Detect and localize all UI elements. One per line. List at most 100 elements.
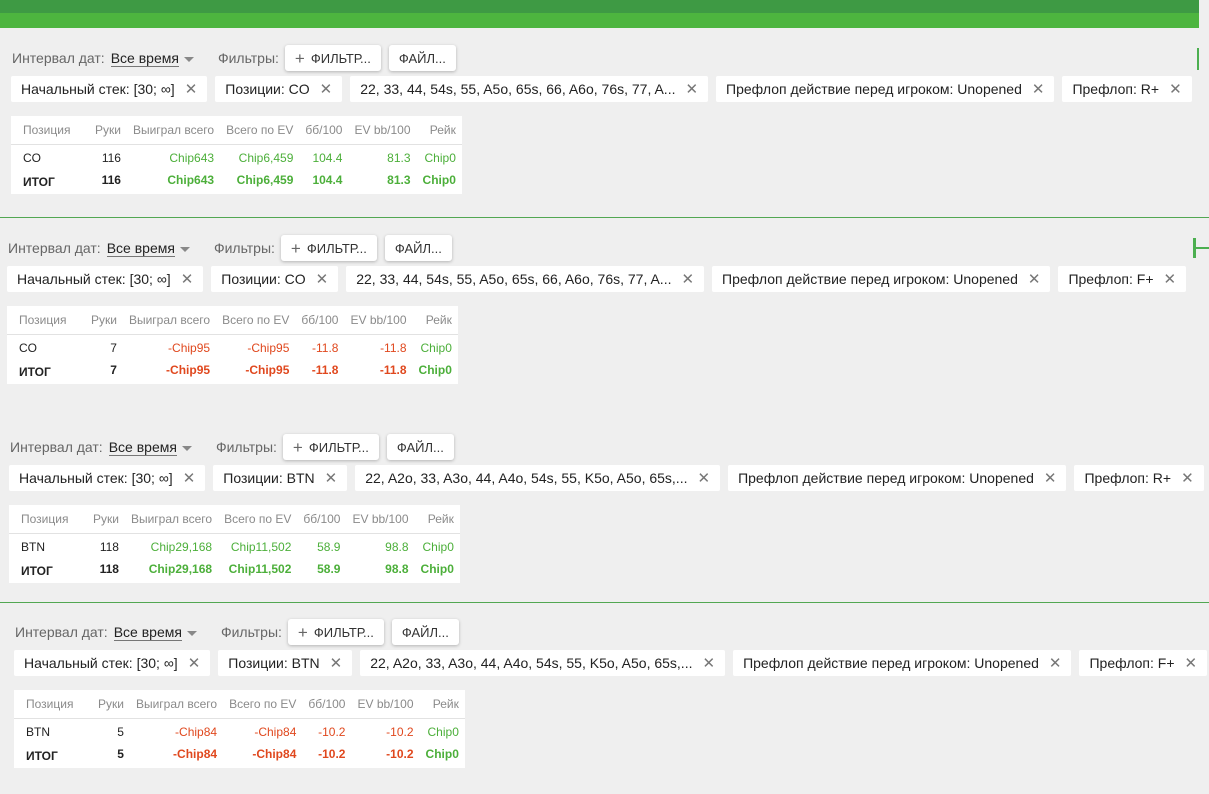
- col-position[interactable]: Позиция: [9, 505, 87, 534]
- filter-chip[interactable]: 22, A2o, 33, A3o, 44, A4o, 54s, 55, K5o,…: [355, 465, 721, 491]
- cell-position: ИТОГ: [23, 175, 55, 189]
- col-ev[interactable]: Всего по EV: [218, 505, 298, 534]
- filter-chip[interactable]: Позиции: CO ✕: [211, 266, 339, 292]
- filter-chip[interactable]: Начальный стек: [30; ∞] ✕: [7, 266, 204, 292]
- filter-chip[interactable]: Префлоп: R+ ✕: [1062, 76, 1192, 102]
- toolbar: Интервал дат: Все время Фильтры: + ФИЛЬТР…: [8, 232, 452, 264]
- file-button[interactable]: ФАЙЛ...: [388, 45, 456, 71]
- add-filter-button[interactable]: + ФИЛЬТР...: [284, 45, 381, 71]
- filter-chip[interactable]: 22, 33, 44, 54s, 55, A5o, 65s, 66, A6o, …: [350, 76, 709, 102]
- chevron-down-icon[interactable]: [181, 445, 192, 451]
- close-icon[interactable]: ✕: [1049, 654, 1062, 672]
- close-icon[interactable]: ✕: [325, 469, 338, 487]
- file-button[interactable]: ФАЙЛ...: [384, 235, 452, 261]
- add-filter-button[interactable]: + ФИЛЬТР...: [282, 434, 379, 460]
- close-icon[interactable]: ✕: [1044, 469, 1057, 487]
- filter-chip[interactable]: Начальный стек: [30; ∞] ✕: [14, 650, 211, 676]
- col-rake[interactable]: Рейк: [419, 690, 465, 719]
- col-position[interactable]: Позиция: [7, 306, 85, 335]
- close-icon[interactable]: ✕: [1169, 80, 1182, 98]
- col-ev[interactable]: Всего по EV: [220, 116, 300, 145]
- col-bb100[interactable]: бб/100: [297, 505, 347, 534]
- close-icon[interactable]: ✕: [188, 654, 201, 672]
- close-icon[interactable]: ✕: [1164, 270, 1177, 288]
- cell-evbb100: -11.8: [379, 363, 407, 377]
- col-won[interactable]: Выиграл всего: [126, 116, 221, 145]
- close-icon[interactable]: ✕: [330, 654, 343, 672]
- close-icon[interactable]: ✕: [1181, 469, 1194, 487]
- table-total-row: ИТОГ 5 -Chip84 -Chip84 -10.2 -10.2 Chip0: [14, 743, 465, 768]
- col-won[interactable]: Выиграл всего: [122, 306, 217, 335]
- filter-chip[interactable]: Позиции: CO ✕: [215, 76, 343, 102]
- add-filter-label: ФИЛЬТР...: [306, 240, 367, 256]
- table-header-row: Позиция Руки Выиграл всего Всего по EV б…: [9, 505, 460, 534]
- period-select[interactable]: Все время: [110, 50, 179, 67]
- col-evbb100[interactable]: EV bb/100: [348, 116, 417, 145]
- col-hands[interactable]: Руки: [92, 690, 130, 719]
- period-select[interactable]: Все время: [106, 240, 175, 257]
- col-position[interactable]: Позиция: [14, 690, 92, 719]
- add-filter-button[interactable]: + ФИЛЬТР...: [280, 235, 377, 261]
- filter-chip[interactable]: Префлоп: F+ ✕: [1058, 266, 1187, 292]
- cell-won: Chip643: [169, 151, 215, 166]
- close-icon[interactable]: ✕: [1028, 270, 1041, 288]
- filter-chip[interactable]: Префлоп: R+ ✕: [1074, 465, 1204, 491]
- close-icon[interactable]: ✕: [316, 270, 329, 288]
- cell-position: ИТОГ: [21, 564, 53, 578]
- col-rake[interactable]: Рейк: [412, 306, 458, 335]
- close-icon[interactable]: ✕: [697, 469, 710, 487]
- col-rake[interactable]: Рейк: [414, 505, 460, 534]
- col-bb100[interactable]: бб/100: [295, 306, 345, 335]
- filter-chip[interactable]: Начальный стек: [30; ∞] ✕: [9, 465, 206, 491]
- filter-chip[interactable]: Позиции: BTN ✕: [218, 650, 353, 676]
- period-select[interactable]: Все время: [108, 439, 177, 456]
- col-evbb100[interactable]: EV bb/100: [351, 690, 420, 719]
- col-bb100[interactable]: бб/100: [299, 116, 349, 145]
- close-icon[interactable]: ✕: [181, 270, 194, 288]
- file-button[interactable]: ФАЙЛ...: [386, 434, 454, 460]
- cell-ev: -Chip84: [252, 747, 297, 761]
- filter-chip[interactable]: Начальный стек: [30; ∞] ✕: [11, 76, 208, 102]
- col-won[interactable]: Выиграл всего: [129, 690, 224, 719]
- filter-chip[interactable]: Префлоп действие перед игроком: Unopened…: [716, 76, 1055, 102]
- add-filter-button[interactable]: + ФИЛЬТР...: [287, 619, 384, 645]
- close-icon[interactable]: ✕: [681, 270, 694, 288]
- col-evbb100[interactable]: EV bb/100: [344, 306, 413, 335]
- chevron-down-icon[interactable]: [186, 630, 197, 636]
- col-hands[interactable]: Руки: [85, 306, 123, 335]
- close-icon[interactable]: ✕: [320, 80, 333, 98]
- cell-won: Chip29,168: [150, 540, 213, 555]
- cell-hands: 116: [101, 151, 121, 166]
- filter-chip[interactable]: Префлоп действие перед игроком: Unopened…: [733, 650, 1072, 676]
- filter-chip[interactable]: Префлоп действие перед игроком: Unopened…: [712, 266, 1051, 292]
- filter-chip[interactable]: 22, 33, 44, 54s, 55, A5o, 65s, 66, A6o, …: [346, 266, 705, 292]
- period-select[interactable]: Все время: [113, 624, 182, 641]
- close-icon[interactable]: ✕: [1185, 654, 1198, 672]
- close-icon[interactable]: ✕: [185, 80, 198, 98]
- close-icon[interactable]: ✕: [1032, 80, 1045, 98]
- chevron-down-icon[interactable]: [183, 56, 194, 62]
- close-icon[interactable]: ✕: [183, 469, 196, 487]
- chip-label: Префлоп: F+: [1068, 271, 1154, 287]
- col-hands[interactable]: Руки: [87, 505, 125, 534]
- close-icon[interactable]: ✕: [702, 654, 715, 672]
- close-icon[interactable]: ✕: [685, 80, 698, 98]
- col-bb100[interactable]: бб/100: [302, 690, 352, 719]
- filter-chip[interactable]: Позиции: BTN ✕: [213, 465, 348, 491]
- col-hands[interactable]: Руки: [89, 116, 127, 145]
- cell-ev: -Chip95: [245, 363, 290, 377]
- filter-chip[interactable]: Префлоп действие перед игроком: Unopened…: [728, 465, 1067, 491]
- col-position[interactable]: Позиция: [11, 116, 89, 145]
- col-won[interactable]: Выиграл всего: [124, 505, 219, 534]
- cell-evbb100: 98.8: [385, 540, 409, 555]
- col-ev[interactable]: Всего по EV: [223, 690, 303, 719]
- col-evbb100[interactable]: EV bb/100: [346, 505, 415, 534]
- chevron-down-icon[interactable]: [179, 246, 190, 252]
- cell-hands: 116: [101, 173, 121, 187]
- chip-label: Позиции: BTN: [228, 655, 320, 671]
- filter-chip[interactable]: 22, A2o, 33, A3o, 44, A4o, 54s, 55, K5o,…: [360, 650, 726, 676]
- file-button[interactable]: ФАЙЛ...: [391, 619, 459, 645]
- filter-chip[interactable]: Префлоп: F+ ✕: [1079, 650, 1208, 676]
- col-rake[interactable]: Рейк: [416, 116, 462, 145]
- col-ev[interactable]: Всего по EV: [216, 306, 296, 335]
